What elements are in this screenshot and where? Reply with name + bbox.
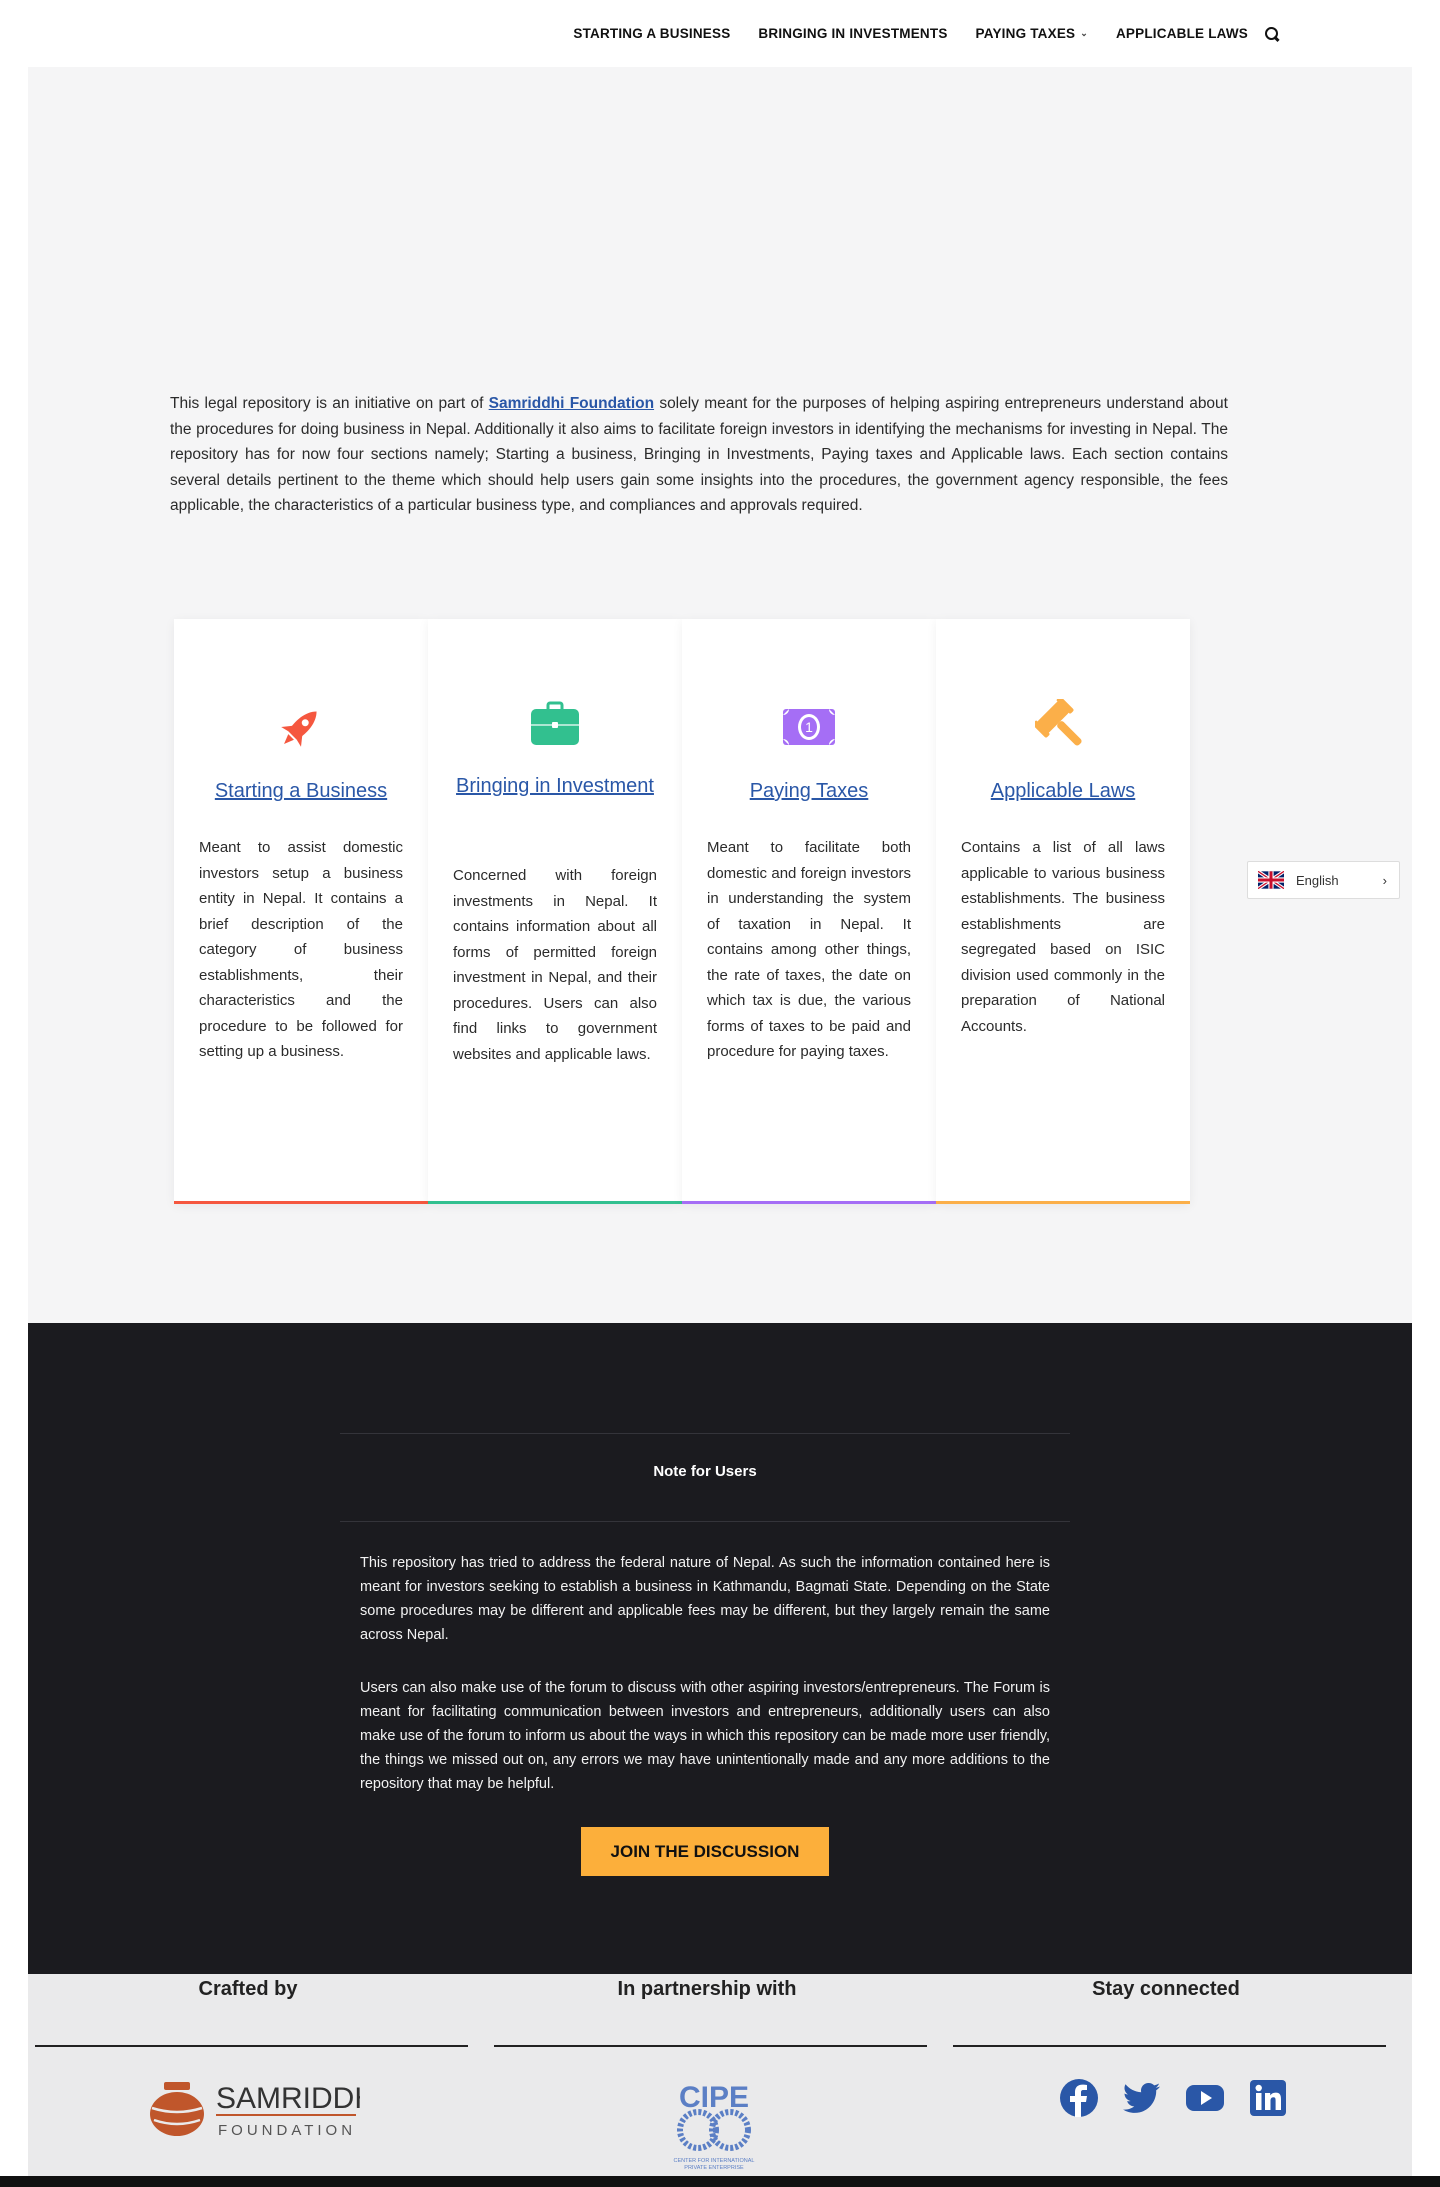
- card-bringing-in-investment: Bringing in Investment Concerned with fo…: [428, 619, 682, 1204]
- nav-starting-a-business[interactable]: STARTING A BUSINESS: [573, 26, 730, 41]
- footer-social-column: Stay connected: [946, 1974, 1386, 2047]
- search-icon[interactable]: [1264, 26, 1280, 42]
- card-accent-bar: [174, 1201, 428, 1204]
- card-starting-a-business: Starting a Business Meant to assist dome…: [174, 619, 428, 1204]
- footer-partner-column: In partnership with: [487, 1974, 927, 2047]
- nav-paying-taxes-label: PAYING TAXES: [975, 26, 1076, 41]
- twitter-icon[interactable]: [1122, 2078, 1162, 2118]
- card-desc-paying-taxes: Meant to facilitate both domestic and fo…: [707, 839, 911, 1060]
- card-title-applicable-laws[interactable]: Applicable Laws: [956, 777, 1170, 805]
- samriddhi-foundation-logo[interactable]: SAMRIDDHI FOUNDATION: [148, 2078, 360, 2140]
- language-label: English: [1296, 872, 1339, 888]
- card-applicable-laws: Applicable Laws Contains a list of all l…: [936, 619, 1190, 1204]
- divider: [340, 1433, 1070, 1434]
- intro-text-after: solely meant for the purposes of helping…: [170, 395, 1228, 514]
- footer-crafted-column: Crafted by: [28, 1974, 468, 2047]
- divider: [953, 2045, 1386, 2047]
- chevron-down-icon: ⌄: [1080, 28, 1088, 38]
- section-cards: Starting a Business Meant to assist dome…: [174, 619, 1190, 1204]
- uk-flag-icon: [1258, 871, 1284, 889]
- card-title-bringing-in-investment[interactable]: Bringing in Investment: [448, 772, 662, 800]
- divider: [35, 2045, 468, 2047]
- card-paying-taxes: 1 Paying Taxes Meant to facilitate both …: [682, 619, 936, 1204]
- nav-paying-taxes[interactable]: PAYING TAXES ⌄: [976, 26, 1088, 41]
- svg-text:1: 1: [805, 719, 813, 735]
- card-title-paying-taxes[interactable]: Paying Taxes: [702, 777, 916, 805]
- youtube-icon[interactable]: [1185, 2078, 1225, 2118]
- intro-paragraph: This legal repository is an initiative o…: [170, 391, 1228, 519]
- note-paragraph-2: Users can also make use of the forum to …: [360, 1680, 1050, 1792]
- card-accent-bar: [428, 1201, 682, 1204]
- money-icon: 1: [783, 709, 835, 745]
- briefcase-icon: [531, 701, 579, 745]
- note-title: Note for Users: [653, 1463, 757, 1480]
- footer-bottom-strip: [0, 2176, 1440, 2187]
- chevron-right-icon: ›: [1382, 873, 1387, 888]
- site-header: STARTING A BUSINESS BRINGING IN INVESTME…: [0, 0, 1440, 67]
- language-switcher[interactable]: English ›: [1247, 861, 1400, 899]
- rocket-icon: [281, 711, 317, 747]
- nav-bringing-in-investments[interactable]: BRINGING IN INVESTMENTS: [758, 26, 947, 41]
- gavel-icon: [1035, 699, 1082, 746]
- note-section: Note for Users This repository has tried…: [28, 1323, 1412, 1974]
- samriddhi-name-text: SAMRIDDHI: [216, 2082, 360, 2115]
- note-paragraph-1: This repository has tried to address the…: [360, 1555, 1050, 1643]
- partnership-heading: In partnership with: [617, 1978, 797, 2000]
- divider: [340, 1521, 1070, 1522]
- cipe-logo[interactable]: CIPE CENTER FOR INTERNATIONAL PRIVATE EN…: [668, 2082, 760, 2172]
- samriddhi-foundation-link[interactable]: Samriddhi Foundation: [489, 395, 654, 412]
- card-desc-starting-a-business: Meant to assist domestic investors setup…: [199, 839, 403, 1060]
- intro-text-before: This legal repository is an initiative o…: [170, 395, 489, 412]
- card-title-starting-a-business[interactable]: Starting a Business: [194, 777, 408, 805]
- social-links: [1059, 2078, 1311, 2118]
- crafted-by-heading: Crafted by: [198, 1978, 298, 2000]
- card-desc-bringing-in-investment: Concerned with foreign investments in Ne…: [453, 867, 657, 1063]
- join-discussion-button[interactable]: JOIN THE DISCUSSION: [581, 1827, 829, 1876]
- card-accent-bar: [682, 1201, 936, 1204]
- nav-applicable-laws[interactable]: APPLICABLE LAWS: [1116, 26, 1248, 41]
- stay-connected-heading: Stay connected: [1092, 1978, 1240, 2000]
- linkedin-icon[interactable]: [1248, 2078, 1288, 2118]
- cipe-sub-text-1: CENTER FOR INTERNATIONAL: [674, 2158, 755, 2164]
- card-accent-bar: [936, 1201, 1190, 1204]
- divider: [494, 2045, 927, 2047]
- facebook-icon[interactable]: [1059, 2078, 1099, 2118]
- samriddhi-sub-text: FOUNDATION: [218, 2122, 356, 2139]
- cipe-sub-text-2: PRIVATE ENTERPRISE: [684, 2165, 744, 2171]
- main-nav: STARTING A BUSINESS BRINGING IN INVESTME…: [545, 0, 1280, 67]
- cipe-logo-text: CIPE: [679, 2082, 749, 2114]
- card-desc-applicable-laws: Contains a list of all laws applicable t…: [961, 839, 1165, 1035]
